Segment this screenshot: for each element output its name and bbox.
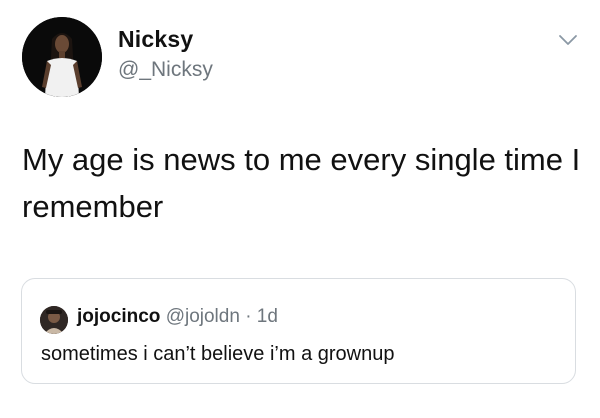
author-handle[interactable]: @_Nicksy [118,58,213,82]
author-avatar[interactable] [22,17,102,97]
quoted-header: jojocinco @jojoldn · 1d [77,306,278,328]
tweet-text: My age is news to me every single time I… [22,142,581,224]
quoted-separator: · [245,306,252,327]
tweet: Nicksy @_Nicksy My age is news to me eve… [0,0,600,418]
quoted-tweet[interactable]: jojocinco @jojoldn · 1d sometimes i can’… [21,278,576,384]
author-name[interactable]: Nicksy [118,26,193,53]
quoted-author-name[interactable]: jojocinco [77,306,160,327]
quoted-text: sometimes i can’t believe i’m a grownup [41,343,395,365]
quoted-author-handle[interactable]: @jojoldn [166,306,240,327]
avatar-photo-icon [22,17,102,97]
chevron-down-icon[interactable] [556,31,580,49]
quoted-timestamp[interactable]: 1d [257,306,278,327]
quoted-avatar-photo-icon [40,306,68,334]
quoted-author-avatar[interactable] [40,306,68,334]
